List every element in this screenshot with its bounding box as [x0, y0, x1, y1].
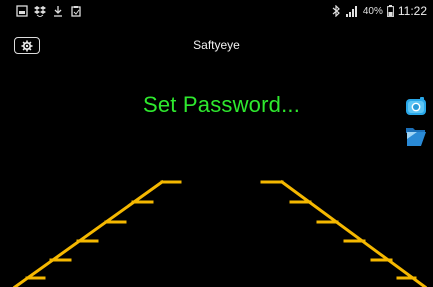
- camera-view: 40% 11:22 Saftyeye Set Password...: [0, 0, 433, 287]
- left-guide-line: [12, 179, 182, 287]
- right-guide-line: [260, 179, 428, 287]
- parking-guide-lines: [12, 179, 428, 287]
